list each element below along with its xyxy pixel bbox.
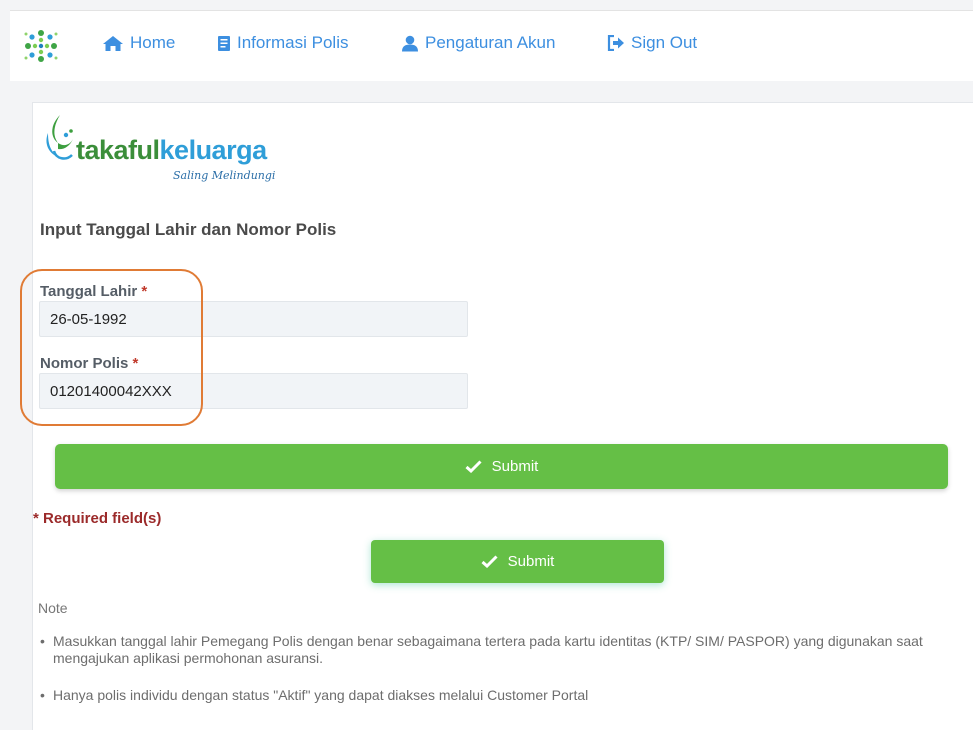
nav-sign-out-label: Sign Out: [631, 33, 698, 52]
nav-home-label: Home: [130, 33, 176, 52]
user-icon: [402, 35, 418, 51]
note-item: • Masukkan tanggal lahir Pemegang Polis …: [38, 633, 963, 667]
nav-informasi-polis-link[interactable]: Informasi Polis: [217, 33, 348, 53]
takaful-emblem-icon: [46, 115, 73, 160]
top-navbar: Home Informasi Polis Pengaturan Akun Sig…: [10, 10, 973, 81]
note-list: • Masukkan tanggal lahir Pemegang Polis …: [38, 633, 963, 724]
document-icon: [218, 35, 230, 51]
brand-wordmark: takafulkeluarga: [76, 135, 267, 166]
policy-number-label: Nomor Polis *: [40, 355, 138, 372]
nav-home-link[interactable]: Home: [102, 33, 175, 53]
home-icon: [103, 35, 123, 51]
required-asterisk: *: [141, 283, 148, 300]
checkmark-icon: [481, 555, 498, 568]
brand-part-keluarga: keluarga: [159, 135, 268, 165]
birth-date-label-text: Tanggal Lahir: [40, 283, 138, 300]
logo-icon[interactable]: [20, 25, 62, 67]
note-title: Note: [38, 600, 68, 616]
form-title: Input Tanggal Lahir dan Nomor Polis: [40, 220, 337, 239]
policy-number-label-text: Nomor Polis: [40, 355, 129, 372]
nav-pengaturan-akun-link[interactable]: Pengaturan Akun: [401, 33, 555, 53]
bullet-icon: •: [40, 633, 45, 649]
nav-informasi-polis-label: Informasi Polis: [237, 33, 349, 52]
brand-part-takaful: takaful: [76, 135, 160, 165]
birth-date-label: Tanggal Lahir *: [40, 283, 147, 300]
submit-button-small[interactable]: Submit: [371, 540, 664, 583]
note-item-text: Hanya polis individu dengan status "Akti…: [53, 687, 589, 703]
nav-pengaturan-akun-label: Pengaturan Akun: [425, 33, 556, 52]
submit-button-label: Submit: [491, 458, 539, 475]
required-fields-note: * Required field(s): [33, 510, 162, 527]
nav-sign-out-link[interactable]: Sign Out: [607, 33, 697, 53]
submit-button-wide[interactable]: Submit: [55, 444, 948, 489]
note-item-text: Masukkan tanggal lahir Pemegang Polis de…: [53, 633, 923, 666]
checkmark-icon: [465, 460, 482, 473]
policy-input-card: takafulkeluarga Saling Melindungi Input …: [20, 102, 973, 730]
required-asterisk: *: [132, 355, 139, 372]
brand-tagline: Saling Melindungi: [173, 169, 276, 182]
policy-number-input[interactable]: [39, 373, 468, 409]
bullet-icon: •: [40, 687, 45, 703]
sign-out-icon: [607, 35, 624, 51]
birth-date-input[interactable]: [39, 301, 468, 337]
submit-button-label: Submit: [507, 553, 555, 570]
note-item: • Hanya polis individu dengan status "Ak…: [38, 687, 963, 704]
